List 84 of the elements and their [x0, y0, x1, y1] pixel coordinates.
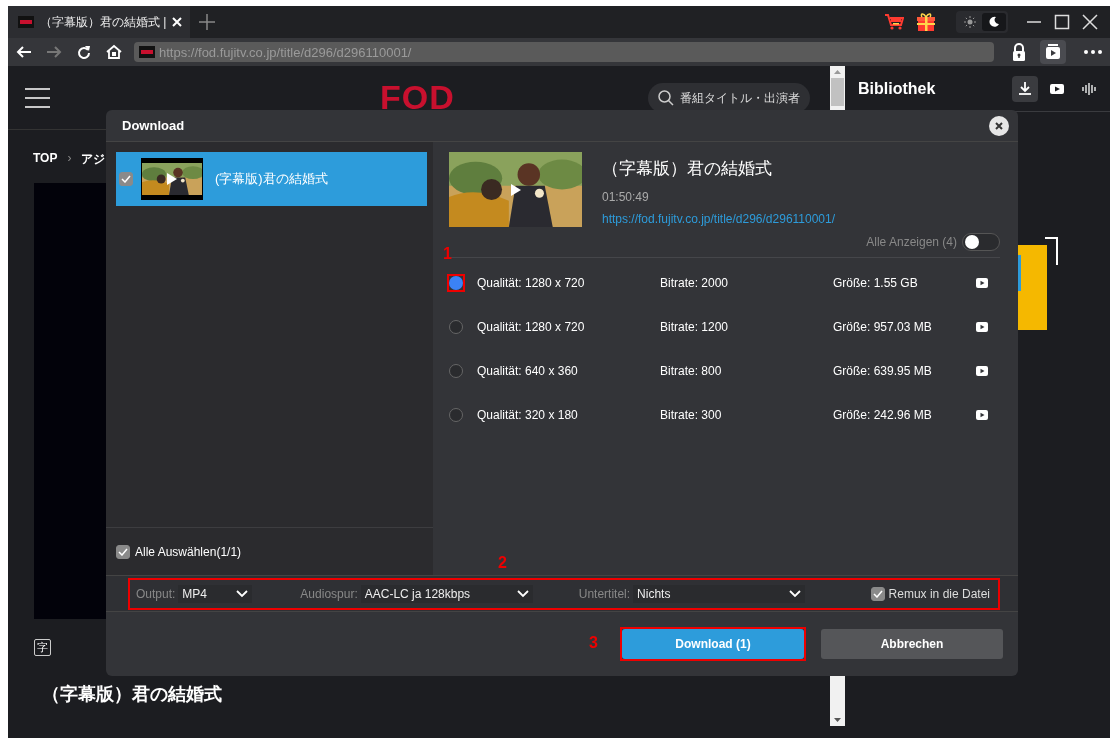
cart-icon[interactable] [884, 13, 904, 31]
chevron-down-icon [789, 589, 802, 598]
breadcrumb-separator: › [67, 151, 72, 167]
size-text: Größe: 639.95 MB [833, 364, 933, 378]
field-label: Output: [136, 586, 176, 601]
audio-wave-icon [1081, 80, 1097, 97]
theme-option[interactable] [982, 13, 1006, 31]
video-download-button[interactable] [1040, 40, 1066, 64]
quality-text: Qualität: 1280 x 720 [477, 320, 586, 334]
remux-label: Remux in die Datei [888, 586, 990, 601]
new-tab-icon[interactable] [198, 13, 217, 31]
quality-text: Qualität: 320 x 180 [477, 408, 579, 422]
annotation-number: 3 [589, 634, 598, 652]
checkmark-icon [872, 589, 883, 598]
duration-text: 01:50:49 [602, 190, 650, 204]
tab-title: （字幕版）君の結婚式 | [40, 13, 167, 31]
home-icon[interactable] [106, 44, 122, 60]
show-all-label: Alle Anzeigen (4) [866, 235, 957, 249]
close-icon [995, 121, 1003, 130]
bitrate-text: Bitrate: 800 [660, 364, 723, 378]
subtitle-badge: 字 [34, 639, 51, 656]
radio-button[interactable] [449, 364, 463, 378]
video-link[interactable]: https://fod.fujitv.co.jp/title/d296/d296110001/ [602, 212, 836, 226]
library-tab[interactable] [1012, 75, 1038, 102]
checkbox[interactable] [116, 544, 130, 559]
size-text: Größe: 957.03 MB [833, 320, 933, 334]
chevron-down-icon [516, 589, 529, 598]
annotation-number: 1 [443, 245, 452, 263]
breadcrumb-link[interactable]: TOP [33, 151, 58, 175]
checkmark-icon [118, 547, 128, 556]
toggle-switch[interactable] [962, 233, 1000, 251]
dialog-title: Download [122, 118, 186, 133]
checkmark-icon [121, 175, 131, 183]
video-icon[interactable] [976, 278, 988, 288]
sun-icon [964, 16, 976, 28]
search-field[interactable]: 番組タイトル・出演者 [647, 82, 810, 113]
field-label: Untertitel: [578, 586, 631, 601]
annotation-number: 2 [498, 553, 507, 572]
close-icon[interactable] [1082, 14, 1098, 30]
quality-text: Qualität: 1280 x 720 [477, 276, 586, 290]
download-icon [1017, 80, 1033, 97]
field-label: Audiospur: [300, 586, 358, 601]
bitrate-text: Bitrate: 2000 [660, 276, 730, 290]
library-title: Bibliothek [858, 79, 937, 98]
scroll-thumb[interactable] [831, 78, 844, 106]
favicon-icon [139, 46, 155, 58]
quality-text: Qualität: 640 x 360 [477, 364, 579, 378]
browser-tab[interactable]: （字幕版）君の結婚式 | [8, 6, 191, 38]
more-icon[interactable] [1084, 50, 1102, 54]
output-select[interactable]: MP4 [178, 584, 253, 603]
bitrate-text: Bitrate: 300 [660, 408, 723, 422]
reload-icon[interactable] [76, 44, 92, 60]
breadcrumb-link[interactable]: アジ [81, 151, 106, 175]
back-arrow-icon[interactable] [16, 44, 32, 60]
favicon-icon [18, 16, 34, 28]
page-title: （字幕版）君の結婚式 [42, 683, 223, 706]
video-title: （字幕版）君の結婚式 [602, 158, 773, 180]
bitrate-text: Bitrate: 1200 [660, 320, 730, 334]
play-icon[interactable] [509, 182, 522, 197]
video-icon[interactable] [976, 410, 988, 420]
size-text: Größe: 242.96 MB [833, 408, 933, 422]
video-icon[interactable] [976, 366, 988, 376]
audio-track-select[interactable]: AAC-LC ja 128kbps [360, 584, 533, 603]
lock-icon[interactable] [1012, 43, 1027, 61]
video-title: (字幕版)君の結婚式 [215, 170, 328, 188]
moon-icon [988, 16, 1000, 28]
checkbox[interactable] [119, 172, 133, 186]
subtitle-select[interactable]: Nichts [633, 584, 806, 603]
maximize-icon[interactable] [1054, 14, 1070, 30]
play-icon[interactable] [166, 172, 178, 186]
cancel-button[interactable]: Abbrechen [821, 629, 1003, 659]
menu-icon[interactable] [25, 87, 50, 108]
size-text: Größe: 1.55 GB [833, 276, 919, 290]
radio-button[interactable] [449, 320, 463, 334]
close-button[interactable] [989, 115, 1009, 136]
video-icon[interactable] [976, 322, 988, 332]
select-all-label: Alle Auswählen(1/1) [135, 544, 242, 559]
address-text: https://fod.fujitv.co.jp/title/d296/d296110001/ [159, 44, 412, 60]
search-icon [657, 89, 674, 106]
chevron-down-icon [236, 589, 249, 598]
gift-icon[interactable] [916, 12, 936, 32]
checkbox[interactable] [870, 586, 885, 601]
video-icon [1045, 44, 1062, 60]
radio-button[interactable] [449, 408, 463, 422]
